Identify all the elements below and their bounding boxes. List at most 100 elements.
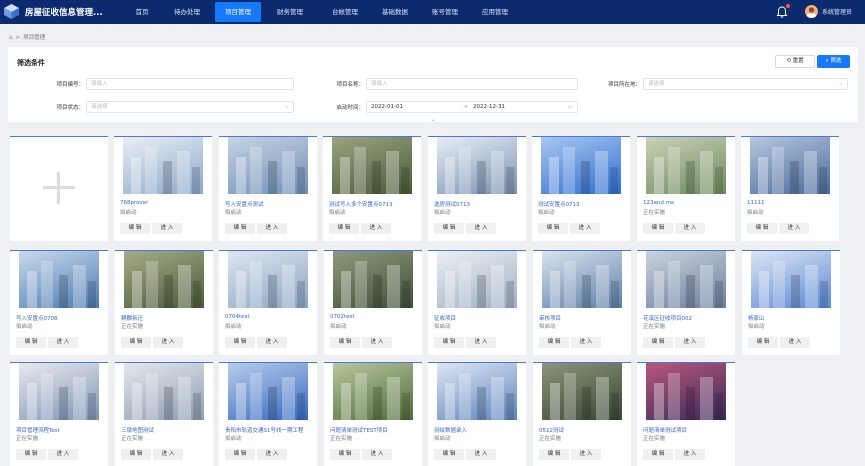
project-name[interactable]: 写入安置点测试 xyxy=(225,200,264,208)
enter-button[interactable]: 进 入 xyxy=(362,337,392,348)
nav-project-management[interactable]: 项目管理 xyxy=(215,2,261,22)
edit-button[interactable]: 编 辑 xyxy=(225,449,255,460)
avatar[interactable] xyxy=(805,5,818,18)
project-name[interactable]: 选房测试0713 xyxy=(434,200,470,208)
nav-account[interactable]: 账号管理 xyxy=(423,0,467,24)
edit-button[interactable]: 编 辑 xyxy=(121,449,151,460)
home-icon[interactable]: ⌂ xyxy=(9,35,13,41)
project-image[interactable] xyxy=(542,363,622,420)
project-name[interactable]: 测试安置点0713 xyxy=(538,200,580,208)
status-select[interactable]: 请选择 ⌄ xyxy=(86,101,294,113)
edit-button[interactable]: 编 辑 xyxy=(748,337,778,348)
filter-button[interactable]: ⌕ 筛选 xyxy=(817,55,850,68)
edit-button[interactable]: 编 辑 xyxy=(434,337,464,348)
project-image[interactable] xyxy=(124,363,204,420)
nav-base-data[interactable]: 基础数据 xyxy=(373,0,417,24)
project-name[interactable]: 768prover xyxy=(120,200,148,206)
project-image[interactable] xyxy=(333,363,413,420)
project-name[interactable]: 问题清单测试项目 xyxy=(643,426,687,434)
project-name[interactable]: 审核项目 xyxy=(539,314,561,322)
enter-button[interactable]: 进 入 xyxy=(152,223,182,234)
project-name[interactable]: 杨家山 xyxy=(748,314,765,322)
project-image[interactable] xyxy=(751,251,831,308)
project-name[interactable]: 11111 xyxy=(747,200,765,206)
collapse-arrow-icon[interactable]: ⌃ xyxy=(428,120,438,126)
edit-button[interactable]: 编 辑 xyxy=(121,337,151,348)
enter-button[interactable]: 进 入 xyxy=(779,223,809,234)
project-name[interactable]: 0512测试 xyxy=(539,426,564,434)
enter-button[interactable]: 进 入 xyxy=(257,449,287,460)
project-card[interactable]: 0704test 拟启动编 辑进 入 xyxy=(219,250,317,355)
project-image[interactable] xyxy=(646,251,726,308)
project-image[interactable] xyxy=(228,363,308,420)
project-image[interactable] xyxy=(19,251,99,308)
project-card[interactable]: 三墩地图测试 正在实施编 辑进 入 xyxy=(115,362,213,466)
project-name[interactable]: 三墩地图测试 xyxy=(121,426,154,434)
enter-button[interactable]: 进 入 xyxy=(48,449,78,460)
project-image[interactable] xyxy=(437,137,517,194)
edit-button[interactable]: 编 辑 xyxy=(747,223,777,234)
enter-button[interactable]: 进 入 xyxy=(466,337,496,348)
nav-todo[interactable]: 待办处理 xyxy=(166,0,208,24)
enter-button[interactable]: 进 入 xyxy=(780,337,810,348)
nav-finance[interactable]: 财务管理 xyxy=(268,0,312,24)
enter-button[interactable]: 进 入 xyxy=(675,223,705,234)
enter-button[interactable]: 进 入 xyxy=(571,449,601,460)
nav-ledger[interactable]: 台帐管理 xyxy=(323,0,367,24)
enter-button[interactable]: 进 入 xyxy=(570,223,600,234)
project-card[interactable]: 贵阳市轨道交通S1号线一期工程 拟启动编 辑进 入 xyxy=(219,362,317,466)
start-time-range[interactable]: 2022-01-01 → 2022-12-31 ▭ xyxy=(366,101,578,113)
enter-button[interactable]: 进 入 xyxy=(675,449,705,460)
edit-button[interactable]: 编 辑 xyxy=(434,223,464,234)
project-card[interactable]: 选房测试0713 拟启动编 辑进 入 xyxy=(428,136,526,241)
nav-home[interactable]: 首页 xyxy=(124,0,160,24)
enter-button[interactable]: 进 入 xyxy=(675,337,705,348)
project-name[interactable]: 贵阳市轨道交通S1号线一期工程 xyxy=(225,426,304,434)
project-name[interactable]: 项目管理流程Test xyxy=(16,426,60,434)
project-image[interactable] xyxy=(19,363,99,420)
project-name[interactable]: 征收项目 xyxy=(434,314,456,322)
enter-button[interactable]: 进 入 xyxy=(257,223,287,234)
enter-button[interactable]: 进 入 xyxy=(153,449,183,460)
project-image[interactable] xyxy=(750,137,830,194)
enter-button[interactable]: 进 入 xyxy=(362,449,392,460)
edit-button[interactable]: 编 辑 xyxy=(225,223,255,234)
enter-button[interactable]: 进 入 xyxy=(361,223,391,234)
project-card[interactable]: 杨家山 拟启动编 辑进 入 xyxy=(742,250,840,355)
project-card[interactable]: 0512测试 正在实施编 辑进 入 xyxy=(533,362,631,466)
project-image[interactable] xyxy=(332,137,412,194)
project-name[interactable]: 0702test xyxy=(330,314,355,320)
project-image[interactable] xyxy=(646,363,726,420)
edit-button[interactable]: 编 辑 xyxy=(539,449,569,460)
region-select[interactable]: 请选择 ⌄ xyxy=(643,78,848,90)
project-name[interactable]: 问题清单测试TEST项目 xyxy=(330,426,388,434)
project-image[interactable] xyxy=(541,137,621,194)
project-card[interactable]: 问题清单测试TEST项目 正在实施编 辑进 入 xyxy=(324,362,422,466)
project-card[interactable]: 项目管理流程Test 正在实施编 辑进 入 xyxy=(10,362,108,466)
nav-apps[interactable]: 应用管理 xyxy=(473,0,517,24)
edit-button[interactable]: 编 辑 xyxy=(434,449,464,460)
project-image[interactable] xyxy=(228,137,308,194)
edit-button[interactable]: 编 辑 xyxy=(330,449,360,460)
project-card[interactable]: 花溪区征收项目002 正在实施编 辑进 入 xyxy=(637,250,735,355)
project-image[interactable] xyxy=(646,137,726,194)
project-card[interactable]: 写入安置点0708 拟启动编 辑进 入 xyxy=(10,250,108,355)
project-image[interactable] xyxy=(437,363,517,420)
project-name[interactable]: 写入安置点0708 xyxy=(16,314,58,322)
edit-button[interactable]: 编 辑 xyxy=(330,337,360,348)
edit-button[interactable]: 编 辑 xyxy=(329,223,359,234)
edit-button[interactable]: 编 辑 xyxy=(225,337,255,348)
project-name[interactable]: 0704test xyxy=(225,314,250,320)
project-name[interactable]: 123and me xyxy=(643,200,674,206)
project-name[interactable]: 测试写入多个安置点0713 xyxy=(329,200,393,208)
enter-button[interactable]: 进 入 xyxy=(48,337,78,348)
project-image[interactable] xyxy=(124,251,204,308)
edit-button[interactable]: 编 辑 xyxy=(16,449,46,460)
enter-button[interactable]: 进 入 xyxy=(257,337,287,348)
add-project-card[interactable] xyxy=(10,136,108,241)
project-card[interactable]: 768prover 拟启动编 辑进 入 xyxy=(114,136,212,241)
project-name[interactable]: 花溪区征收项目002 xyxy=(643,314,692,322)
project-image[interactable] xyxy=(437,251,517,308)
user-name[interactable]: 系统管理员 xyxy=(822,7,852,16)
project-card[interactable]: 问题清单测试项目 正在实施编 辑进 入 xyxy=(637,362,735,466)
